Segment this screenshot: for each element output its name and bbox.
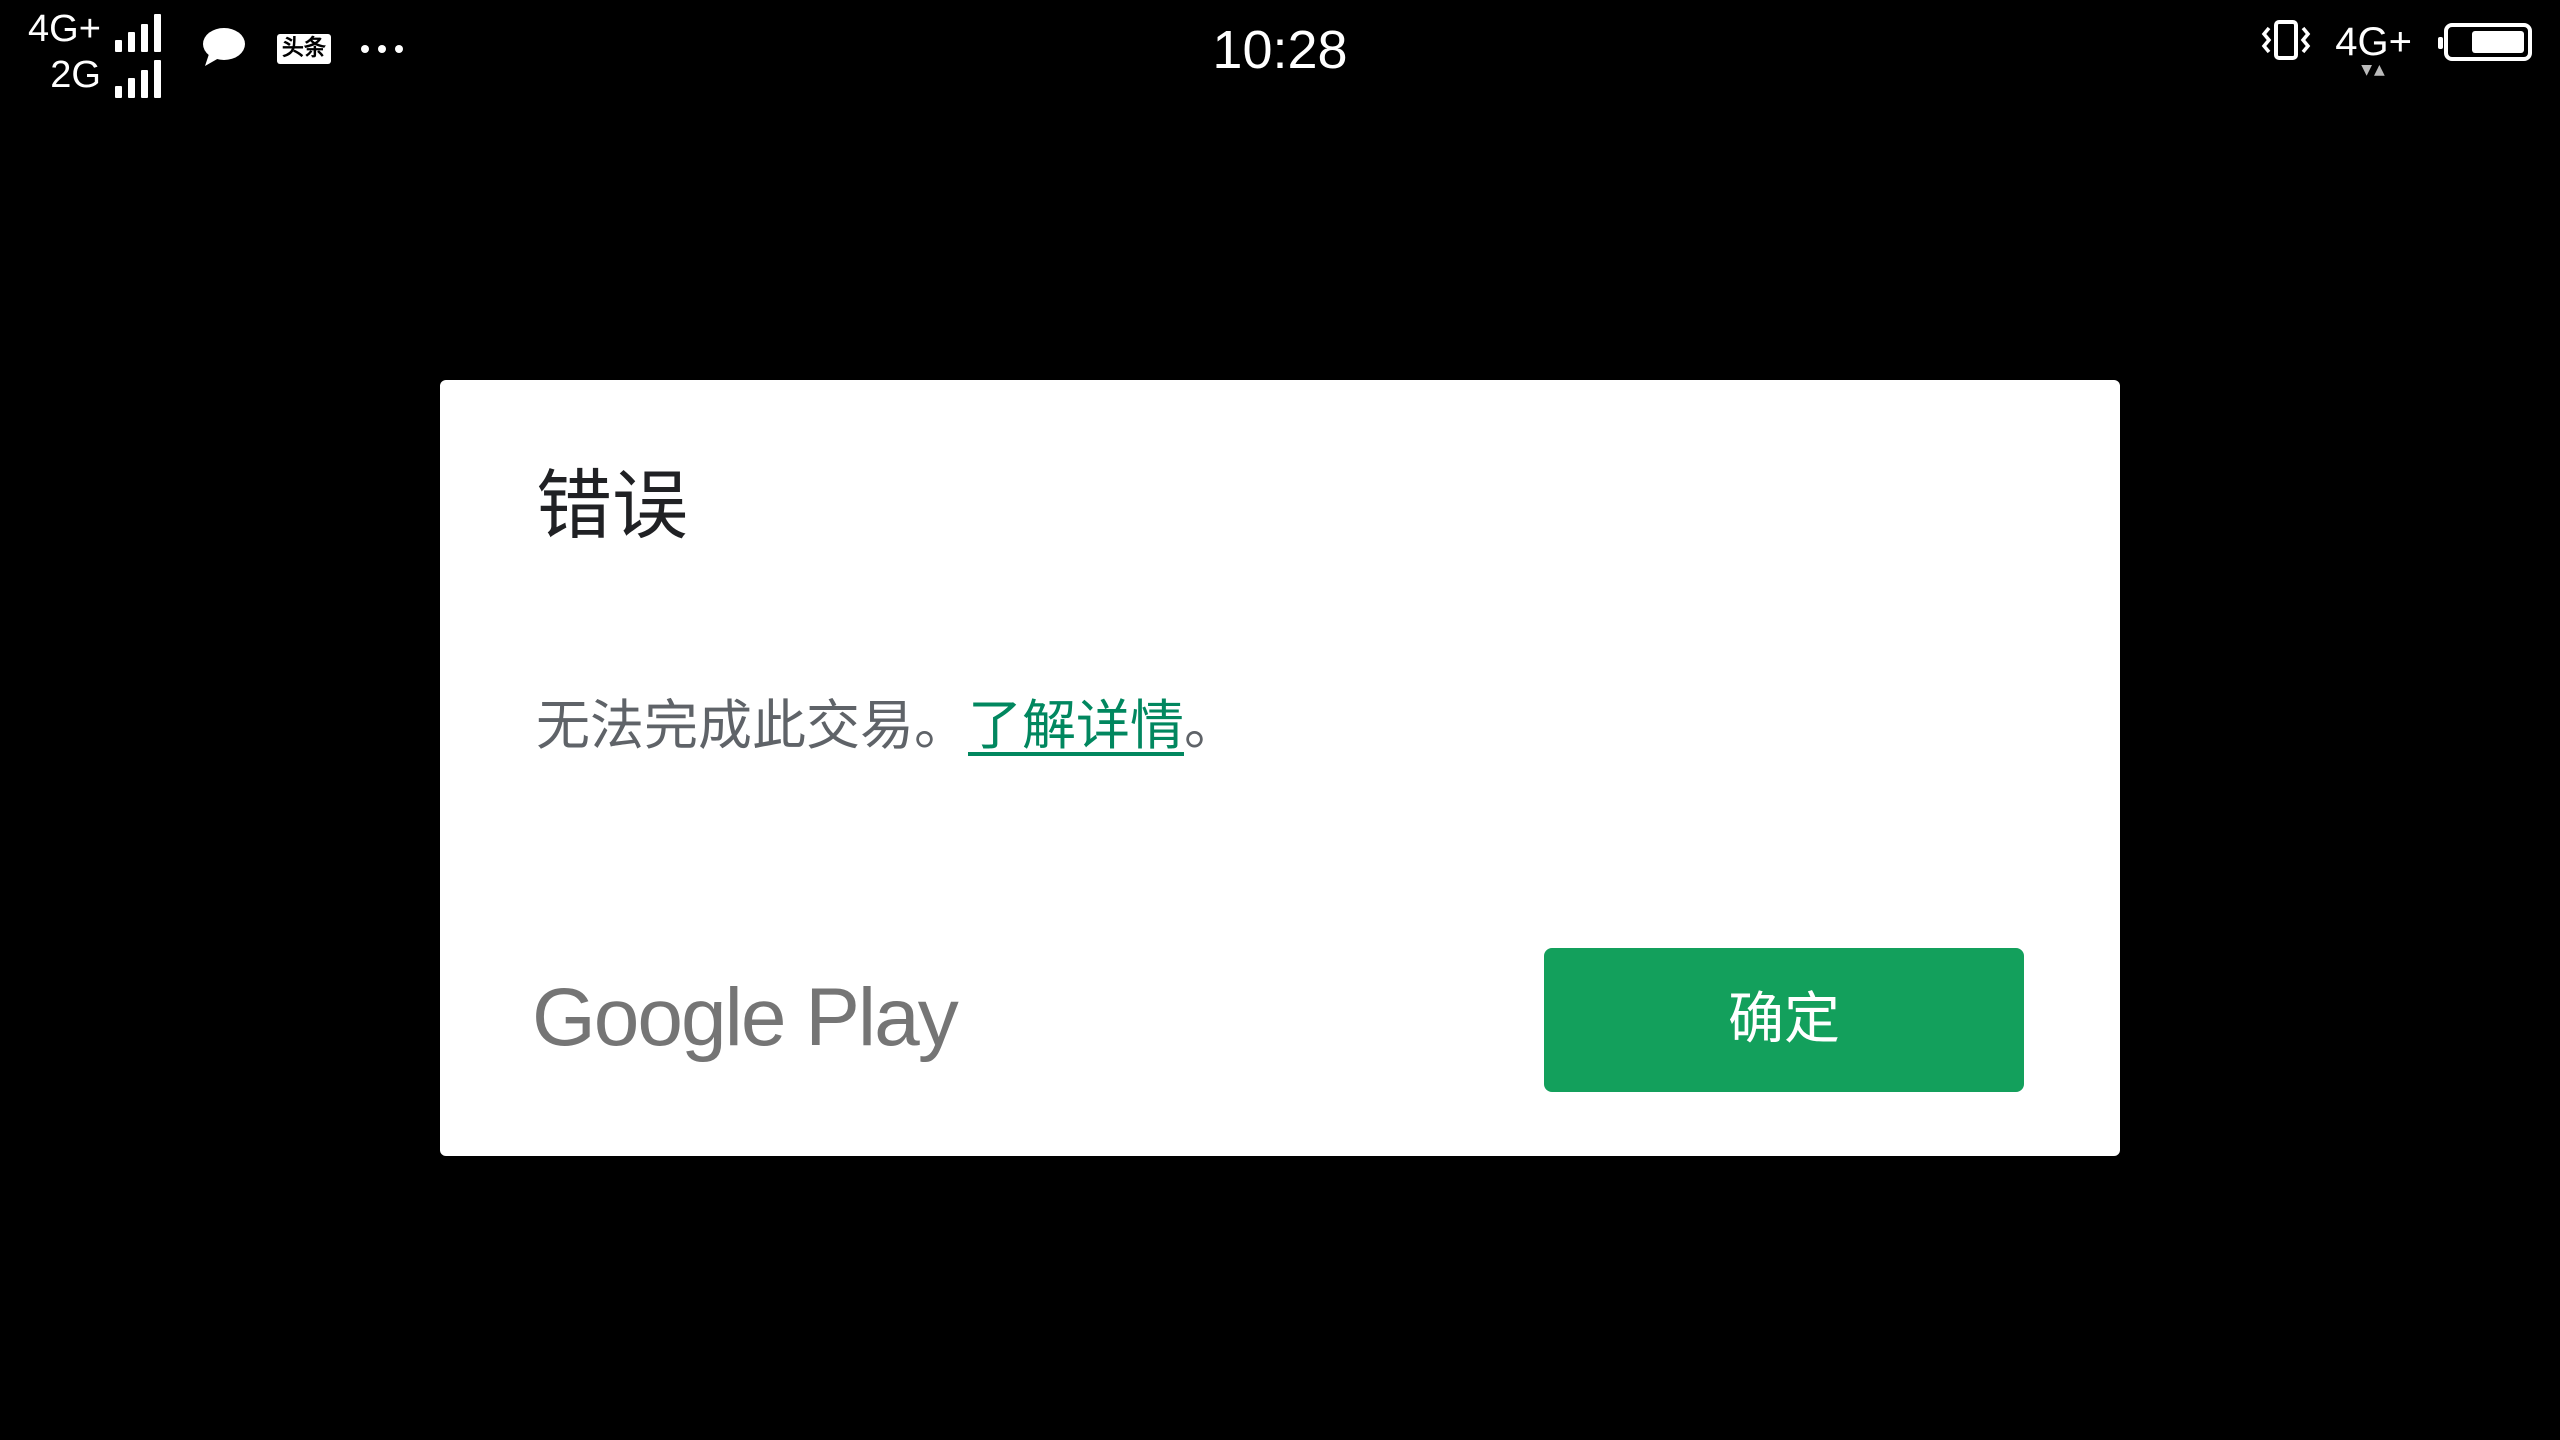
status-bar: 4G+ 2G 头条 10:28 4G+ ▼▲	[0, 0, 2560, 110]
screen: 4G+ 2G 头条 10:28 4G+ ▼▲ 错误 无法完成此交易。了解详情。 …	[0, 0, 2560, 1440]
message-text: 无法完成此交易。	[536, 694, 968, 757]
status-bar-right: 4G+ ▼▲	[2259, 18, 2532, 78]
error-dialog: 错误 无法完成此交易。了解详情。 Google Play 确定	[440, 380, 2120, 1156]
message-suffix: 。	[1184, 694, 1238, 757]
mobile-data-indicator: 4G+ ▼▲	[2335, 18, 2412, 78]
data-activity-arrows-icon: ▼▲	[2361, 62, 2387, 78]
battery-icon	[2438, 23, 2532, 61]
learn-more-link[interactable]: 了解详情	[968, 694, 1184, 757]
dialog-message: 无法完成此交易。了解详情。	[536, 688, 1238, 764]
battery-level-fill	[2472, 31, 2524, 53]
dialog-title: 错误	[536, 461, 688, 550]
google-play-logo: Google Play	[532, 972, 959, 1063]
vibrate-icon	[2259, 19, 2313, 65]
status-time: 10:28	[1212, 20, 1348, 80]
ok-button[interactable]: 确定	[1544, 948, 2024, 1092]
network-type-right: 4G+	[2335, 20, 2412, 64]
